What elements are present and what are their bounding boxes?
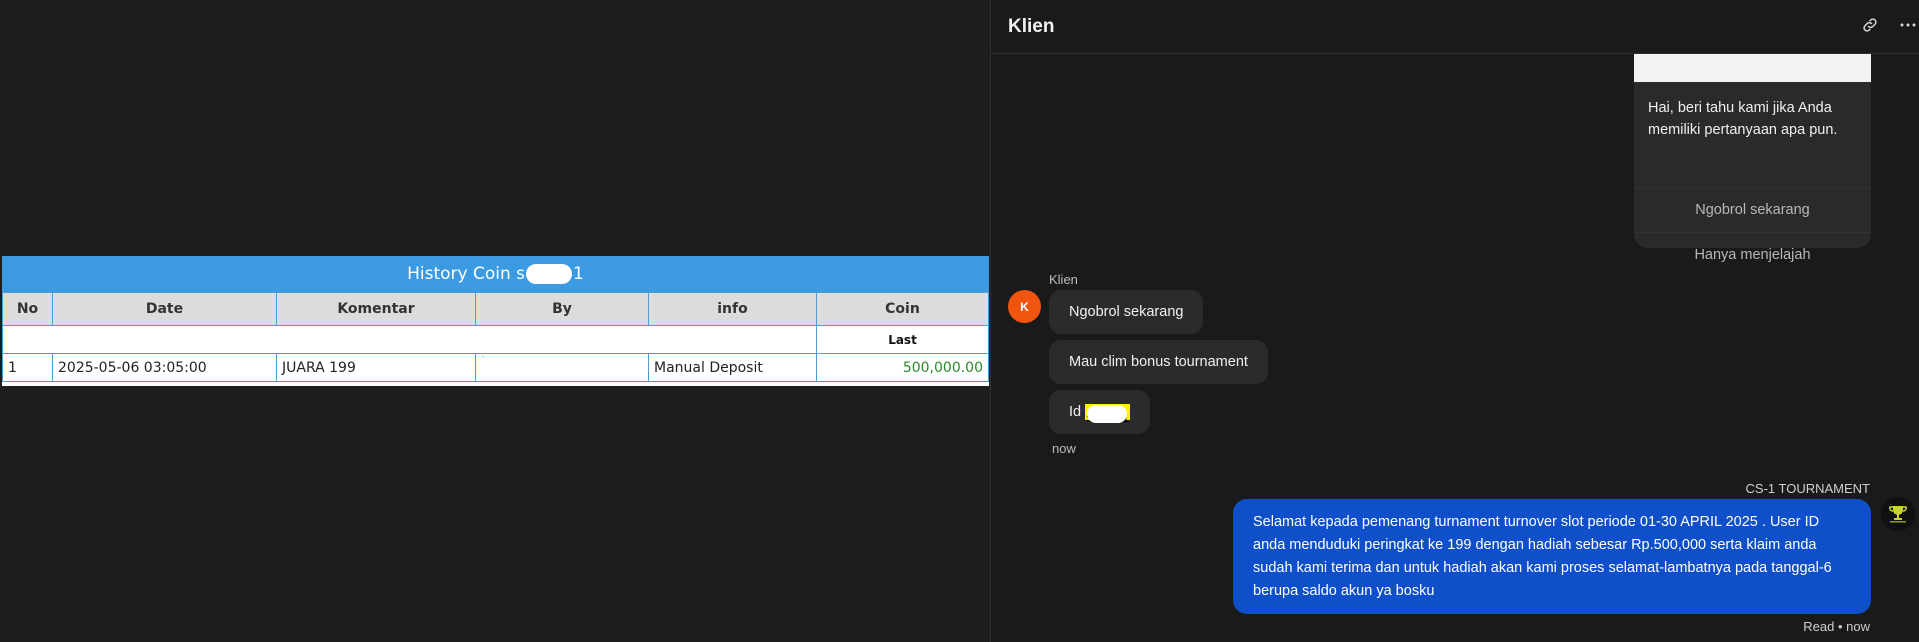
cell-komentar: JUARA 199	[276, 353, 476, 382]
welcome-card-top	[1634, 54, 1871, 82]
history-table: No Date Komentar By info Coin Last 1 202…	[2, 292, 989, 382]
welcome-card: Hai, beri tahu kami jika Anda memiliki p…	[1634, 54, 1871, 263]
history-coin-panel: History Coin s 1 No Date Komentar By info…	[2, 256, 989, 386]
cell-no: 1	[2, 353, 53, 382]
id-highlight: s1	[1085, 404, 1131, 426]
welcome-text: Hai, beri tahu kami jika Anda memiliki p…	[1634, 82, 1871, 188]
more-icon[interactable]	[1899, 16, 1917, 39]
history-header-row: No Date Komentar By info Coin	[2, 292, 989, 326]
sender-name: Klien	[1049, 272, 1078, 287]
cell-by: `	[475, 353, 649, 382]
col-header-no[interactable]: No	[2, 292, 53, 326]
cell-info: Manual Deposit	[648, 353, 817, 382]
chat-title: Klien	[1008, 15, 1055, 37]
redaction-mask	[526, 264, 573, 284]
col-header-by[interactable]: By	[475, 292, 649, 326]
chat-header: Klien	[991, 0, 1919, 54]
cell-date: 2025-05-06 03:05:00	[52, 353, 277, 382]
agent-name: CS-1 TOURNAMENT	[1745, 481, 1870, 496]
cell-coin: 500,000.00	[816, 353, 989, 382]
redaction-mask	[1087, 405, 1128, 423]
col-header-komentar[interactable]: Komentar	[276, 292, 476, 326]
trophy-logo-icon	[1881, 497, 1915, 531]
left-pane: History Coin s 1 No Date Komentar By info…	[0, 0, 990, 642]
chat-now-button[interactable]: Ngobrol sekarang	[1634, 188, 1871, 232]
message-bubble-in[interactable]: Mau clim bonus tournament	[1049, 340, 1268, 384]
history-title: History Coin s 1	[2, 256, 989, 292]
table-row[interactable]: 1 2025-05-06 03:05:00 JUARA 199 ` Manual…	[2, 353, 989, 382]
col-header-date[interactable]: Date	[52, 292, 277, 326]
col-header-coin[interactable]: Coin	[816, 292, 989, 326]
subheader-row: Last	[2, 325, 989, 354]
subheader-last: Last	[816, 325, 989, 354]
message-bubble-in[interactable]: Ngobrol sekarang	[1049, 290, 1204, 334]
message-bubble-out[interactable]: Selamat kepada pemenang turnament turnov…	[1233, 499, 1871, 614]
col-header-info[interactable]: info	[648, 292, 817, 326]
avatar: K	[1008, 290, 1041, 323]
subheader-empty-cell	[2, 325, 817, 354]
link-icon[interactable]	[1861, 16, 1879, 39]
just-browsing-button[interactable]: Hanya menjelajah	[1634, 232, 1871, 276]
id-prefix: Id	[1069, 404, 1086, 420]
message-bubble-in-id[interactable]: Id s1	[1049, 390, 1151, 434]
chat-pane: Klien Hai, beri tahu kami jika Anda memi…	[990, 0, 1919, 642]
read-status: Read • now	[1803, 619, 1870, 634]
message-timestamp: now	[1052, 441, 1076, 456]
history-title-prefix: History Coin s	[407, 264, 526, 284]
history-title-suffix: 1	[573, 264, 584, 284]
